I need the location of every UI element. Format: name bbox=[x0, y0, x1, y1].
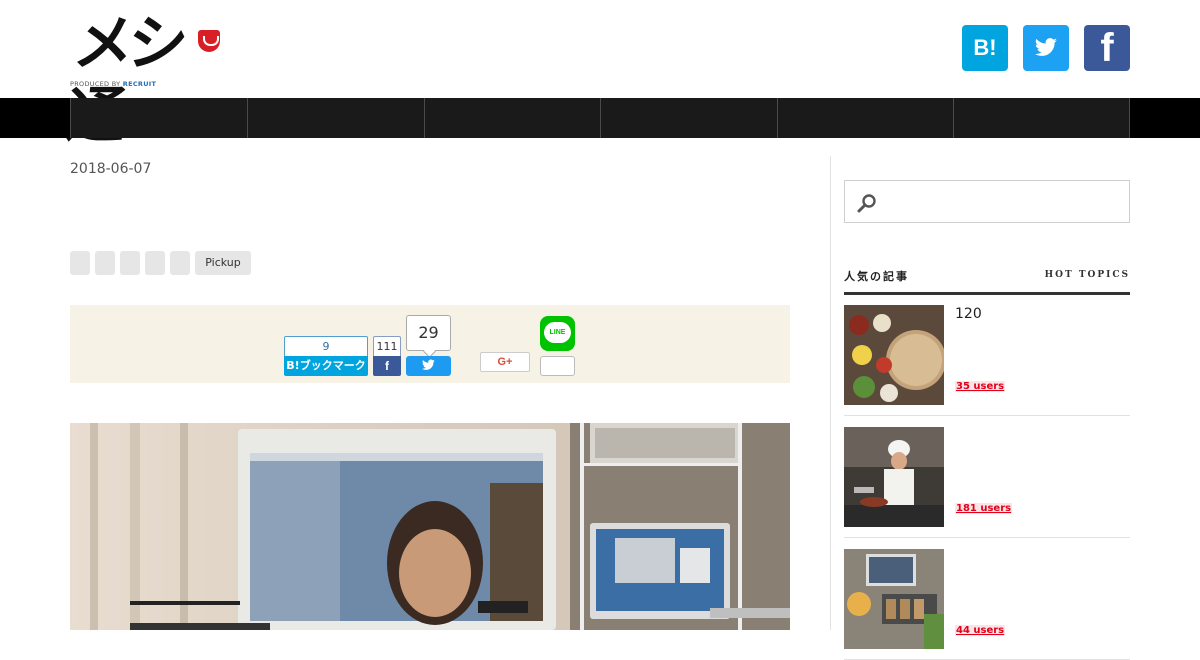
tag-1[interactable] bbox=[70, 251, 90, 275]
hot-topics-rule bbox=[844, 292, 1130, 295]
article-date: 2018-06-07 bbox=[70, 161, 152, 177]
facebook-icon: f bbox=[1100, 26, 1114, 70]
facebook-button[interactable]: f bbox=[1084, 25, 1130, 71]
nav-item-1[interactable] bbox=[70, 98, 247, 138]
facebook-share-count: 111 bbox=[373, 336, 401, 356]
nav-item-4[interactable] bbox=[600, 98, 777, 138]
line-share-button[interactable]: LINE bbox=[540, 316, 575, 351]
hero-photo-illustration bbox=[70, 423, 790, 630]
search-input[interactable] bbox=[844, 180, 1130, 223]
twitter-share-count: 29 bbox=[406, 315, 451, 351]
hatena-icon: B! bbox=[973, 35, 997, 60]
topic-item[interactable]: 120 35 users bbox=[844, 305, 1130, 416]
bowl-icon bbox=[198, 30, 220, 52]
google-plus-share-button[interactable]: G+ bbox=[480, 352, 530, 372]
tag-2[interactable] bbox=[95, 251, 115, 275]
facebook-share-icon: f bbox=[385, 359, 389, 373]
site-header: メシ通 PRODUCED BY RECRUIT B! f bbox=[0, 0, 1200, 151]
nav-divider bbox=[1129, 98, 1130, 138]
hot-topics-subtitle: HOT TOPICS bbox=[1044, 270, 1130, 280]
facebook-share-button[interactable]: f bbox=[373, 356, 401, 376]
hatena-share-button[interactable]: B!ブックマーク bbox=[284, 356, 368, 376]
line-share-count bbox=[540, 356, 575, 376]
hot-topics-title: 人気の記事 bbox=[844, 270, 909, 283]
topic-users-badge[interactable]: 35 users bbox=[955, 381, 1006, 392]
topic-thumbnail bbox=[844, 427, 944, 527]
site-logo[interactable]: メシ通 PRODUCED BY RECRUIT bbox=[63, 8, 222, 151]
line-icon: LINE bbox=[544, 322, 571, 343]
hatena-share-count: 9 bbox=[284, 336, 368, 356]
topic-thumbnail bbox=[844, 305, 944, 405]
tag-5[interactable] bbox=[170, 251, 190, 275]
hatena-bookmark-button[interactable]: B! bbox=[962, 25, 1008, 71]
topic-thumbnail bbox=[844, 549, 944, 649]
twitter-button[interactable] bbox=[1023, 25, 1069, 71]
twitter-share-icon bbox=[422, 359, 435, 370]
topic-item[interactable]: 44 users bbox=[844, 549, 1130, 660]
tag-pickup[interactable]: Pickup bbox=[195, 251, 251, 275]
topic-item[interactable]: 181 users bbox=[844, 427, 1130, 538]
topic-users-badge[interactable]: 181 users bbox=[955, 503, 1013, 514]
sidebar-divider bbox=[830, 156, 831, 630]
nav-item-2[interactable] bbox=[247, 98, 424, 138]
global-nav bbox=[0, 98, 1200, 138]
tag-4[interactable] bbox=[145, 251, 165, 275]
topic-users-badge[interactable]: 44 users bbox=[955, 625, 1006, 636]
tag-3[interactable] bbox=[120, 251, 140, 275]
logo-credit: PRODUCED BY RECRUIT bbox=[70, 80, 157, 88]
article-hero-image bbox=[70, 423, 790, 630]
twitter-bird-icon bbox=[1034, 38, 1057, 56]
search-icon bbox=[857, 194, 876, 213]
twitter-share-button[interactable] bbox=[406, 356, 451, 376]
nav-item-5[interactable] bbox=[777, 98, 953, 138]
topic-title[interactable]: 120 bbox=[955, 306, 982, 322]
nav-item-6[interactable] bbox=[953, 98, 1129, 138]
nav-item-3[interactable] bbox=[424, 98, 600, 138]
